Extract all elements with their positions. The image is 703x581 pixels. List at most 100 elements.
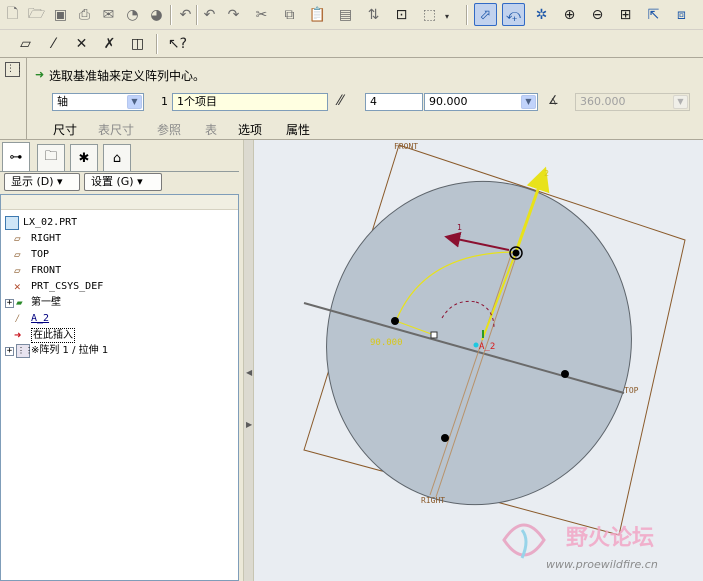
tree-header (1, 195, 238, 210)
navigator-panel: ⊶ 🗀 ✱ ⌂ 显示 (D) ▾ 设置 (G) ▾ LX_02.PRT ▱ RI… (0, 140, 243, 581)
direction-1-label: 1 (457, 223, 462, 232)
datum-point-display-icon[interactable]: ✲ (530, 3, 553, 26)
tab-model-tree[interactable]: ⊶ (2, 142, 30, 171)
dashboard-side: ⋮⋮ (0, 58, 27, 140)
find-icon[interactable]: ⊡ (390, 3, 413, 26)
datum-plane-icon: ▱ (14, 248, 21, 261)
chevron-down-icon: ▼ (673, 95, 688, 109)
tab-favorites[interactable]: ✱ (70, 144, 98, 171)
tree-node-label: TOP (31, 249, 50, 260)
tab-references[interactable]: 参照 (157, 121, 181, 138)
tree-node-label: FRONT (31, 265, 62, 276)
show-button[interactable]: 显示 (D) ▾ (4, 173, 80, 191)
member-count-value: 4 (370, 95, 377, 108)
axis-a2-point[interactable] (473, 342, 479, 348)
cut-icon[interactable]: ✂ (250, 3, 273, 26)
watermark-url: www.proewildfire.cn (546, 558, 658, 571)
model-tree-icon: ⊶ (9, 149, 23, 165)
dashboard-menu-icon[interactable]: ⋮⋮ (5, 62, 24, 77)
reference-collector[interactable]: 1个项目 (172, 93, 328, 111)
collapse-left-icon[interactable]: ◀ (246, 368, 252, 377)
datum-axis-icon: ⁄ (14, 312, 21, 325)
expand-icon[interactable]: + (5, 299, 14, 308)
regenerate-icon[interactable]: ⇅ (362, 3, 385, 26)
zoom-out-icon[interactable]: ⊖ (586, 3, 609, 26)
expand-right-icon[interactable]: ▶ (246, 420, 252, 429)
redo-icon[interactable]: ↷ (222, 3, 245, 26)
graphics-window[interactable]: FRONT TOP RIGHT 2 1 90.000 A_2 野火论坛 www.… (254, 140, 703, 581)
paste-icon[interactable]: 📋 (306, 3, 329, 26)
member-count-input[interactable]: 4 (365, 93, 423, 111)
main-toolbar: 🗋 🗁 ▣ ⎙ ✉ ◔ ◕ ↶ ↶ ↷ ✂ ⧉ 📋 ▤ ⇅ ⊡ ⬚ ▾ ⬀ ⤽ … (0, 0, 703, 30)
point-tool-icon[interactable]: ✕ (70, 32, 93, 55)
tree-node-label: ※阵列 1 / 拉伸 1 (31, 345, 109, 356)
pattern-type-value: 轴 (57, 95, 68, 108)
select-box-icon[interactable]: ⬚ (418, 3, 441, 26)
axis-a2-label: A_2 (479, 342, 495, 352)
watermark-title: 野火论坛 (566, 525, 654, 551)
prompt-arrow-icon: ➜ (35, 68, 45, 81)
send-mail-icon[interactable]: ✉ (97, 3, 120, 26)
refit-icon[interactable]: ⊞ (614, 3, 637, 26)
settings-button[interactable]: 设置 (G) ▾ (84, 173, 162, 191)
new-file-icon[interactable]: 🗋 (1, 3, 24, 26)
paste-special-icon[interactable]: ▤ (334, 3, 357, 26)
tree-node-label: PRT_CSYS_DEF (31, 281, 104, 292)
zoom-in-icon[interactable]: ⊕ (558, 3, 581, 26)
model-view[interactable]: FRONT TOP RIGHT 2 1 90.000 A_2 野火论坛 www.… (254, 140, 703, 581)
tree-node-label: 在此插入 (31, 328, 75, 343)
insert-arrow-icon: ➜ (14, 328, 22, 342)
favorites-icon: ✱ (78, 150, 90, 166)
save-icon[interactable]: ▣ (49, 3, 72, 26)
tab-properties[interactable]: 属性 (286, 121, 310, 138)
angle-increment-value: 90.000 (429, 95, 468, 108)
csys-tool-icon[interactable]: ✗ (98, 32, 121, 55)
chevron-down-icon: ▼ (521, 95, 536, 109)
angle-range-select[interactable]: 360.000 ▼ (575, 93, 690, 111)
datum-plane-icon: ▱ (14, 264, 21, 277)
open-folder-icon[interactable]: 🗁 (25, 3, 48, 26)
pattern-point-3[interactable] (561, 370, 569, 378)
watermark: 野火论坛 www.proewildfire.cn (502, 523, 658, 571)
tab-folder-browser[interactable]: 🗀 (37, 144, 65, 171)
panel-splitter[interactable]: ◀ ▶ (243, 140, 254, 581)
drag-handle[interactable] (430, 331, 438, 339)
axis-tool-icon[interactable]: ⁄ (42, 32, 65, 55)
undo2-icon[interactable]: ↶ (198, 3, 221, 26)
tree-node-label: LX_02.PRT (23, 217, 78, 228)
undo-icon[interactable]: ↶ (174, 3, 197, 26)
tab-connections[interactable]: ⌂ (103, 144, 131, 171)
angle-dimension-label[interactable]: 90.000 (370, 338, 403, 348)
close-window-icon[interactable]: ◕ (145, 3, 168, 26)
right-label: RIGHT (421, 496, 445, 505)
folder-icon: 🗀 (44, 149, 58, 164)
angle-increment-select[interactable]: 90.000 ▼ (424, 93, 538, 111)
analysis-tool-icon[interactable]: ◫ (126, 32, 149, 55)
front-label: FRONT (394, 142, 418, 151)
select-dropdown-icon[interactable]: ▾ (445, 12, 449, 21)
datum-axis-display-icon[interactable]: ⤽ (502, 3, 525, 26)
sketch-plane-icon[interactable]: ▱ (14, 32, 37, 55)
expand-icon[interactable]: + (5, 347, 14, 356)
pattern-type-select[interactable]: 轴 ▼ (52, 93, 144, 111)
sheetmetal-wall-icon: ▰ (16, 296, 23, 309)
datum-plane-display-icon[interactable]: ⬀ (474, 3, 497, 26)
pattern-point-2[interactable] (391, 317, 399, 325)
pattern-icon: ⋮⋮ (16, 344, 33, 358)
tree-node-label: RIGHT (31, 233, 62, 244)
saved-views-icon[interactable]: ⧈ (670, 3, 693, 26)
datum-toolbar: ▱ ⁄ ✕ ✗ ◫ ↖? (0, 30, 703, 58)
save-copy-icon[interactable]: ◔ (121, 3, 144, 26)
print-icon[interactable]: ⎙ (73, 3, 96, 26)
tab-table[interactable]: 表 (205, 121, 217, 138)
tab-table-dimensions[interactable]: 表尺寸 (98, 121, 134, 138)
ref-number: 1 (161, 95, 168, 108)
tab-dimensions[interactable]: 尺寸 (53, 121, 77, 138)
copy-icon[interactable]: ⧉ (278, 3, 301, 26)
help-whats-this-icon[interactable]: ↖? (166, 32, 189, 55)
reference-value: 1个项目 (177, 95, 217, 108)
tab-options[interactable]: 选项 (238, 121, 262, 138)
pattern-point-4[interactable] (441, 434, 449, 442)
model-tree: LX_02.PRT ▱ RIGHT ▱ TOP ▱ FRONT ✕ PRT_CS… (0, 194, 239, 581)
reorient-icon[interactable]: ⇱ (642, 3, 665, 26)
